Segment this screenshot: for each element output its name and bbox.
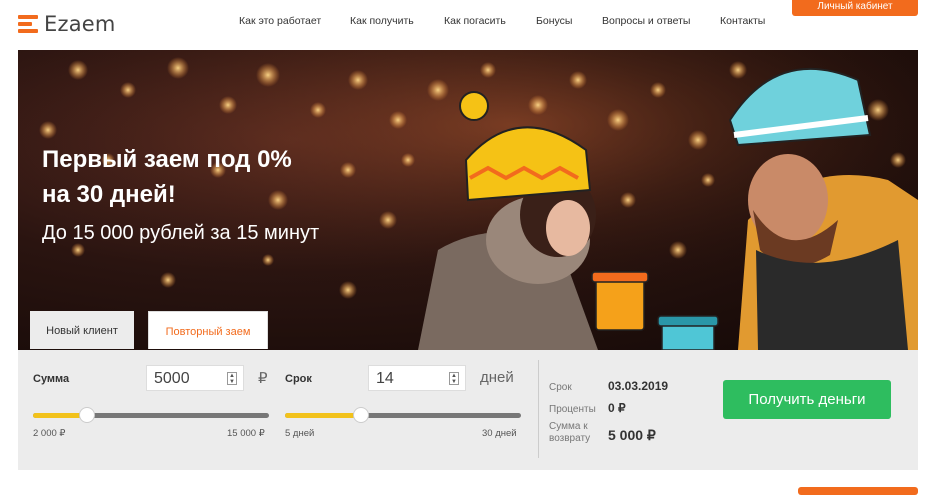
info-total-label-line1: Сумма к [549,421,588,432]
hero-title-line2: на 30 дней! [42,181,176,208]
tab-new-client[interactable]: Новый клиент [30,311,134,349]
term-stepper-icon[interactable]: ▲ ▼ [449,372,459,385]
nav-how-to-repay[interactable]: Как погасить [444,15,506,27]
loan-calculator: Сумма 5000 ▲ ▼ ₽ 2 000 ₽ 15 000 ₽ Срок 14… [18,350,918,470]
nav-bonuses[interactable]: Бонусы [536,15,572,27]
term-label: Срок [285,373,312,385]
info-total-value: 5 000 ₽ [608,427,656,443]
nav-contacts[interactable]: Контакты [720,15,765,27]
nav-how-it-works[interactable]: Как это работает [239,15,321,27]
get-money-button[interactable]: Получить деньги [723,380,891,419]
term-min: 5 дней [285,428,315,439]
personal-cabinet-button[interactable]: Личный кабинет [792,0,918,16]
info-percent-label: Проценты [549,404,596,415]
info-total-label: Сумма к возврату [549,421,590,445]
logo[interactable]: Ezaem [18,12,116,36]
amount-max: 15 000 ₽ [227,428,265,439]
amount-slider[interactable] [33,407,269,423]
site-header: Ezaem Как это работает Как получить Как … [0,0,946,50]
amount-stepper-icon[interactable]: ▲ ▼ [227,372,237,385]
tab-repeat-loan[interactable]: Повторный заем [148,311,268,349]
hero-title: Первый заем под 0% на 30 дней! [42,142,292,212]
info-term-label: Срок [549,382,572,393]
amount-input[interactable]: 5000 ▲ ▼ [146,365,244,391]
term-slider-handle[interactable] [352,407,369,423]
nav-how-to-get[interactable]: Как получить [350,15,414,27]
logo-text: Ezaem [44,12,116,36]
info-term-value: 03.03.2019 [608,379,669,393]
term-max: 30 дней [482,428,517,439]
term-value: 14 [376,370,394,387]
hero-subtitle: До 15 000 рублей за 15 минут [42,222,320,244]
amount-min: 2 000 ₽ [33,428,66,439]
calculator-divider [538,360,539,458]
logo-icon [18,15,38,33]
info-total-label-line2: возврату [549,433,591,444]
amount-label: Сумма [33,373,70,385]
term-input[interactable]: 14 ▲ ▼ [368,365,466,391]
term-slider[interactable] [285,407,521,423]
nav-faq[interactable]: Вопросы и ответы [602,15,690,27]
term-slider-fill [285,413,361,418]
amount-slider-handle[interactable] [79,407,96,423]
info-percent-value: 0 ₽ [608,401,626,415]
hero-title-line1: Первый заем под 0% [42,146,292,173]
hero-banner: Первый заем под 0% на 30 дней! До 15 000… [18,50,918,350]
amount-value: 5000 [154,370,190,387]
amount-unit: ₽ [258,370,268,387]
bottom-orange-button[interactable] [798,487,918,495]
term-unit: дней [480,369,514,386]
